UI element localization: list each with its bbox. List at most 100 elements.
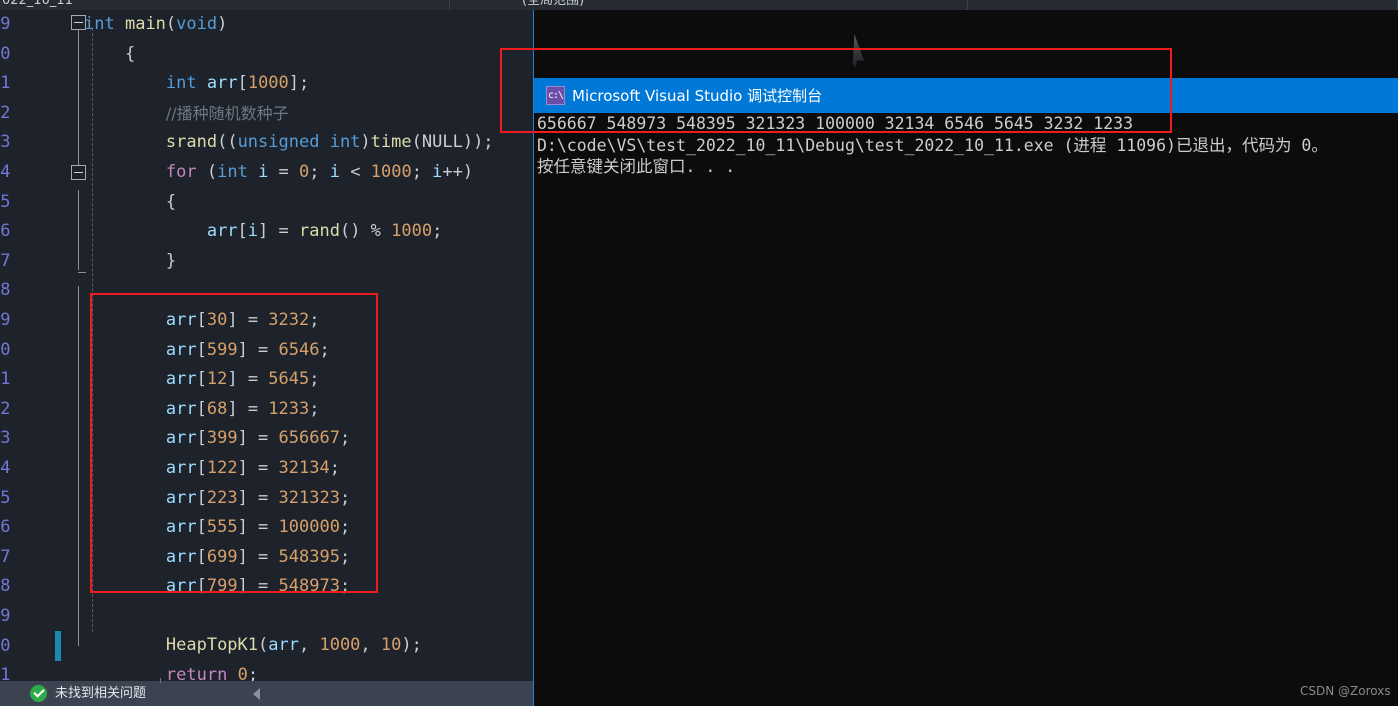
code-token: ( [165, 14, 177, 34]
line-number: 14 [0, 458, 11, 478]
line-number: 17 [0, 546, 11, 567]
code-token: return [165, 665, 228, 681]
code-token: i [258, 161, 269, 182]
code-token: arr [268, 635, 299, 656]
line-number: 15 [0, 487, 11, 508]
code-token: ) [217, 14, 228, 34]
code-token: )); [462, 132, 494, 153]
code-token: NULL [421, 132, 463, 153]
line-number: 02 [0, 102, 11, 123]
code-line[interactable]: int main(void) [66, 10, 533, 40]
line-number-gutter: 99 00 01 02 03 04 05 06 07 08 09 10 11 12 13 14 15 16 17 18… [0, 10, 66, 681]
code-token: 1000 [319, 635, 361, 656]
line-number: 18 [0, 576, 11, 597]
line-number: 21 [0, 665, 11, 681]
code-line[interactable]: { [66, 40, 533, 70]
code-token: < [340, 161, 371, 182]
code-line[interactable]: { [66, 188, 533, 218]
code-token: 10 [380, 635, 402, 656]
status-bar-tick [160, 678, 161, 683]
code-token: main [124, 14, 166, 34]
code-line[interactable]: arr[i] = rand() % 1000; [66, 217, 533, 247]
member-dropdown[interactable] [970, 0, 1398, 10]
line-number: 19 [0, 606, 11, 626]
code-token: //播种随机数种子 [165, 103, 289, 123]
code-token: [ [237, 221, 248, 242]
code-token: int [84, 14, 115, 34]
line-number: 03 [0, 132, 11, 153]
line-number: 13 [0, 428, 11, 449]
status-bar-text: 未找到相关问题 [55, 686, 147, 701]
code-token: i [247, 221, 259, 242]
line-number: 01 [0, 73, 11, 94]
code-token: } [165, 250, 177, 271]
code-token: , [298, 635, 320, 656]
code-token: ( [258, 635, 269, 656]
code-token: 1000 [370, 161, 412, 182]
code-token: 0 [237, 665, 248, 681]
code-token: ; [411, 161, 433, 182]
line-number: 20 [0, 635, 11, 656]
code-token: [ [237, 73, 248, 94]
code-line[interactable]: srand((unsigned int)time(NULL)); [66, 128, 533, 158]
code-token: ] = [258, 221, 299, 242]
code-token: 1000 [247, 73, 289, 94]
code-token: srand [165, 132, 218, 153]
file-tab[interactable]: 022_10_11 [0, 0, 450, 10]
code-token: ); [401, 635, 422, 656]
triangle-left-icon[interactable] [253, 688, 260, 700]
code-token: i [329, 161, 341, 182]
code-token: () % [339, 221, 392, 242]
code-token: 0 [299, 161, 310, 182]
code-line[interactable]: int arr[1000]; [66, 69, 533, 99]
scope-dropdown[interactable]: (全局范围) [452, 0, 968, 10]
line-number: 11 [0, 369, 11, 390]
code-token: void [176, 14, 218, 34]
code-line[interactable]: HeapTopK1(arr, 1000, 10); [66, 631, 533, 661]
code-token: = [268, 161, 300, 182]
code-line[interactable]: //播种随机数种子 [66, 99, 533, 129]
code-line[interactable] [66, 602, 533, 632]
console-output-line: D:\code\VS\test_2022_10_11\Debug\test_20… [537, 135, 1328, 155]
csdn-watermark: CSDN @Zoroxs [1300, 684, 1391, 698]
status-bar: 未找到相关问题 [0, 681, 533, 706]
line-number: 00 [0, 43, 11, 64]
line-number: 10 [0, 339, 11, 360]
console-output-area[interactable]: 656667 548973 548395 321323 100000 32134… [535, 113, 1398, 706]
code-token: , [360, 635, 381, 656]
text-caret [55, 631, 61, 661]
check-circle-icon [30, 685, 47, 702]
code-token: { [124, 43, 136, 64]
code-token: ; [432, 221, 443, 242]
line-number: 09 [0, 310, 11, 330]
code-line[interactable]: } [66, 247, 533, 277]
code-line[interactable]: return 0; [66, 661, 533, 681]
line-number: 16 [0, 517, 11, 538]
line-number: 12 [0, 398, 11, 419]
code-line[interactable]: for (int i = 0; i < 1000; i++) [66, 158, 533, 188]
code-token: 1000 [391, 221, 433, 242]
console-output-line: 按任意键关闭此窗口. . . [537, 157, 736, 176]
code-token: ; [247, 665, 259, 681]
code-token: ]; [288, 73, 310, 94]
code-token: int [217, 161, 248, 182]
code-token: ( [196, 161, 218, 182]
red-rectangle-code [90, 293, 378, 593]
code-token: int [165, 73, 197, 94]
code-token: rand [299, 221, 340, 242]
code-token: ; [309, 161, 330, 182]
